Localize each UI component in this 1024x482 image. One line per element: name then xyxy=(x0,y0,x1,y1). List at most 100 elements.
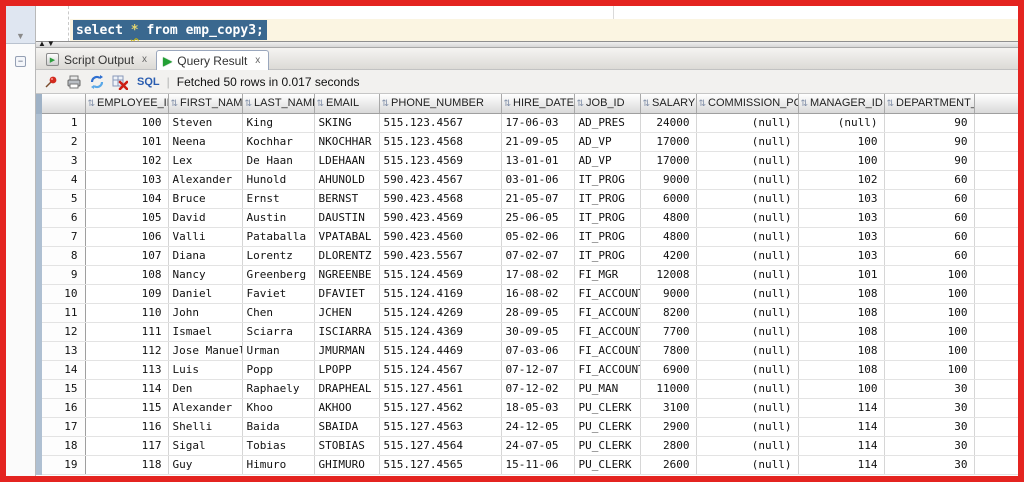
cell-email[interactable]: NKOCHHAR xyxy=(314,132,380,152)
cell-hire_date[interactable]: 30-09-05 xyxy=(501,322,575,342)
cell-phone_number[interactable]: 515.123.4568 xyxy=(379,132,502,152)
cell-last_name[interactable]: Sciarra xyxy=(242,322,315,342)
cell-first_name[interactable]: Den xyxy=(168,379,243,399)
cell-last_name[interactable]: Popp xyxy=(242,360,315,380)
cell-hire_date[interactable]: 03-01-06 xyxy=(501,170,575,190)
cell-email[interactable]: DFAVIET xyxy=(314,284,380,304)
cell-email[interactable]: DLORENTZ xyxy=(314,246,380,266)
cell-commission_pct[interactable]: (null) xyxy=(696,132,799,152)
cell-employee_id[interactable]: 106 xyxy=(85,227,169,247)
cell-job_id[interactable]: PU_CLERK xyxy=(574,398,641,418)
cell-department_id[interactable]: 30 xyxy=(884,417,975,437)
cell-salary[interactable]: 2600 xyxy=(640,455,697,475)
cell-email[interactable]: LPOPP xyxy=(314,360,380,380)
print-icon[interactable] xyxy=(66,74,82,90)
cell-last_name[interactable]: De Haan xyxy=(242,151,315,171)
cell-employee_id[interactable]: 101 xyxy=(85,132,169,152)
cell-commission_pct[interactable]: (null) xyxy=(696,246,799,266)
row-number-cell[interactable]: 11 xyxy=(36,303,86,323)
cell-manager_id[interactable]: 108 xyxy=(798,284,885,304)
row-number-cell[interactable]: 2 xyxy=(36,132,86,152)
cell-phone_number[interactable]: 590.423.4568 xyxy=(379,189,502,209)
cell-hire_date[interactable]: 17-08-02 xyxy=(501,265,575,285)
cell-manager_id[interactable]: 100 xyxy=(798,379,885,399)
cell-email[interactable]: NGREENBE xyxy=(314,265,380,285)
cell-manager_id[interactable]: 114 xyxy=(798,417,885,437)
result-grid-container[interactable]: ⇅EMPLOYEE_ID⇅FIRST_NAME⇅LAST_NAME⇅EMAIL⇅… xyxy=(36,94,1018,476)
cell-phone_number[interactable]: 515.124.4169 xyxy=(379,284,502,304)
cell-hire_date[interactable]: 21-09-05 xyxy=(501,132,575,152)
column-header-hire_date[interactable]: ⇅ HIRE_DATE xyxy=(501,94,575,114)
cell-salary[interactable]: 2800 xyxy=(640,436,697,456)
cell-employee_id[interactable]: 108 xyxy=(85,265,169,285)
cell-salary[interactable]: 17000 xyxy=(640,151,697,171)
cell-hire_date[interactable]: 07-12-02 xyxy=(501,379,575,399)
cell-hire_date[interactable]: 16-08-02 xyxy=(501,284,575,304)
refresh-icon[interactable] xyxy=(89,74,105,90)
cell-employee_id[interactable]: 115 xyxy=(85,398,169,418)
cell-hire_date[interactable]: 13-01-01 xyxy=(501,151,575,171)
cell-phone_number[interactable]: 515.127.4565 xyxy=(379,455,502,475)
cell-job_id[interactable]: FI_ACCOUNT xyxy=(574,360,641,380)
cell-last_name[interactable]: Khoo xyxy=(242,398,315,418)
cell-salary[interactable]: 6900 xyxy=(640,360,697,380)
cell-employee_id[interactable]: 114 xyxy=(85,379,169,399)
cell-job_id[interactable]: PU_CLERK xyxy=(574,417,641,437)
row-number-cell[interactable]: 10 xyxy=(36,284,86,304)
cell-phone_number[interactable]: 515.124.4369 xyxy=(379,322,502,342)
cell-commission_pct[interactable]: (null) xyxy=(696,284,799,304)
cell-last_name[interactable]: King xyxy=(242,113,315,133)
cell-first_name[interactable]: John xyxy=(168,303,243,323)
cell-job_id[interactable]: PU_CLERK xyxy=(574,455,641,475)
cell-manager_id[interactable]: (null) xyxy=(798,113,885,133)
row-number-cell[interactable]: 13 xyxy=(36,341,86,361)
cell-commission_pct[interactable]: (null) xyxy=(696,379,799,399)
cell-manager_id[interactable]: 103 xyxy=(798,208,885,228)
cell-department_id[interactable]: 100 xyxy=(884,303,975,323)
cell-commission_pct[interactable]: (null) xyxy=(696,208,799,228)
cell-hire_date[interactable]: 24-07-05 xyxy=(501,436,575,456)
cell-email[interactable]: VPATABAL xyxy=(314,227,380,247)
cell-manager_id[interactable]: 101 xyxy=(798,265,885,285)
cell-salary[interactable]: 7800 xyxy=(640,341,697,361)
cell-first_name[interactable]: Daniel xyxy=(168,284,243,304)
cell-employee_id[interactable]: 100 xyxy=(85,113,169,133)
pin-icon[interactable] xyxy=(43,74,59,90)
cell-salary[interactable]: 4800 xyxy=(640,208,697,228)
row-number-cell[interactable]: 14 xyxy=(36,360,86,380)
clear-grid-icon[interactable] xyxy=(112,74,128,90)
cell-hire_date[interactable]: 28-09-05 xyxy=(501,303,575,323)
cell-manager_id[interactable]: 108 xyxy=(798,322,885,342)
cell-hire_date[interactable]: 15-11-06 xyxy=(501,455,575,475)
cell-first_name[interactable]: Jose Manuel xyxy=(168,341,243,361)
chevron-down-icon[interactable]: ▼ xyxy=(16,32,25,41)
column-header-commission_pct[interactable]: ⇅COMMISSION_PCT xyxy=(696,94,799,114)
cell-job_id[interactable]: PU_MAN xyxy=(574,379,641,399)
cell-employee_id[interactable]: 113 xyxy=(85,360,169,380)
cell-salary[interactable]: 8200 xyxy=(640,303,697,323)
row-number-cell[interactable]: 3 xyxy=(36,151,86,171)
cell-last_name[interactable]: Himuro xyxy=(242,455,315,475)
cell-department_id[interactable]: 60 xyxy=(884,227,975,247)
cell-department_id[interactable]: 30 xyxy=(884,398,975,418)
cell-employee_id[interactable]: 110 xyxy=(85,303,169,323)
cell-first_name[interactable]: Neena xyxy=(168,132,243,152)
cell-employee_id[interactable]: 103 xyxy=(85,170,169,190)
cell-last_name[interactable]: Chen xyxy=(242,303,315,323)
cell-phone_number[interactable]: 515.123.4569 xyxy=(379,151,502,171)
cell-department_id[interactable]: 100 xyxy=(884,322,975,342)
row-number-cell[interactable]: 15 xyxy=(36,379,86,399)
cell-last_name[interactable]: Ernst xyxy=(242,189,315,209)
cell-job_id[interactable]: FI_ACCOUNT xyxy=(574,341,641,361)
cell-manager_id[interactable]: 114 xyxy=(798,436,885,456)
collapse-icon[interactable]: − xyxy=(15,56,26,67)
cell-job_id[interactable]: FI_ACCOUNT xyxy=(574,284,641,304)
column-header-salary[interactable]: ⇅ SALARY xyxy=(640,94,697,114)
cell-email[interactable]: GHIMURO xyxy=(314,455,380,475)
cell-first_name[interactable]: Alexander xyxy=(168,170,243,190)
column-header-email[interactable]: ⇅ EMAIL xyxy=(314,94,380,114)
cell-commission_pct[interactable]: (null) xyxy=(696,436,799,456)
cell-commission_pct[interactable]: (null) xyxy=(696,417,799,437)
column-header-manager_id[interactable]: ⇅ MANAGER_ID xyxy=(798,94,885,114)
sql-button[interactable]: SQL xyxy=(137,76,160,88)
